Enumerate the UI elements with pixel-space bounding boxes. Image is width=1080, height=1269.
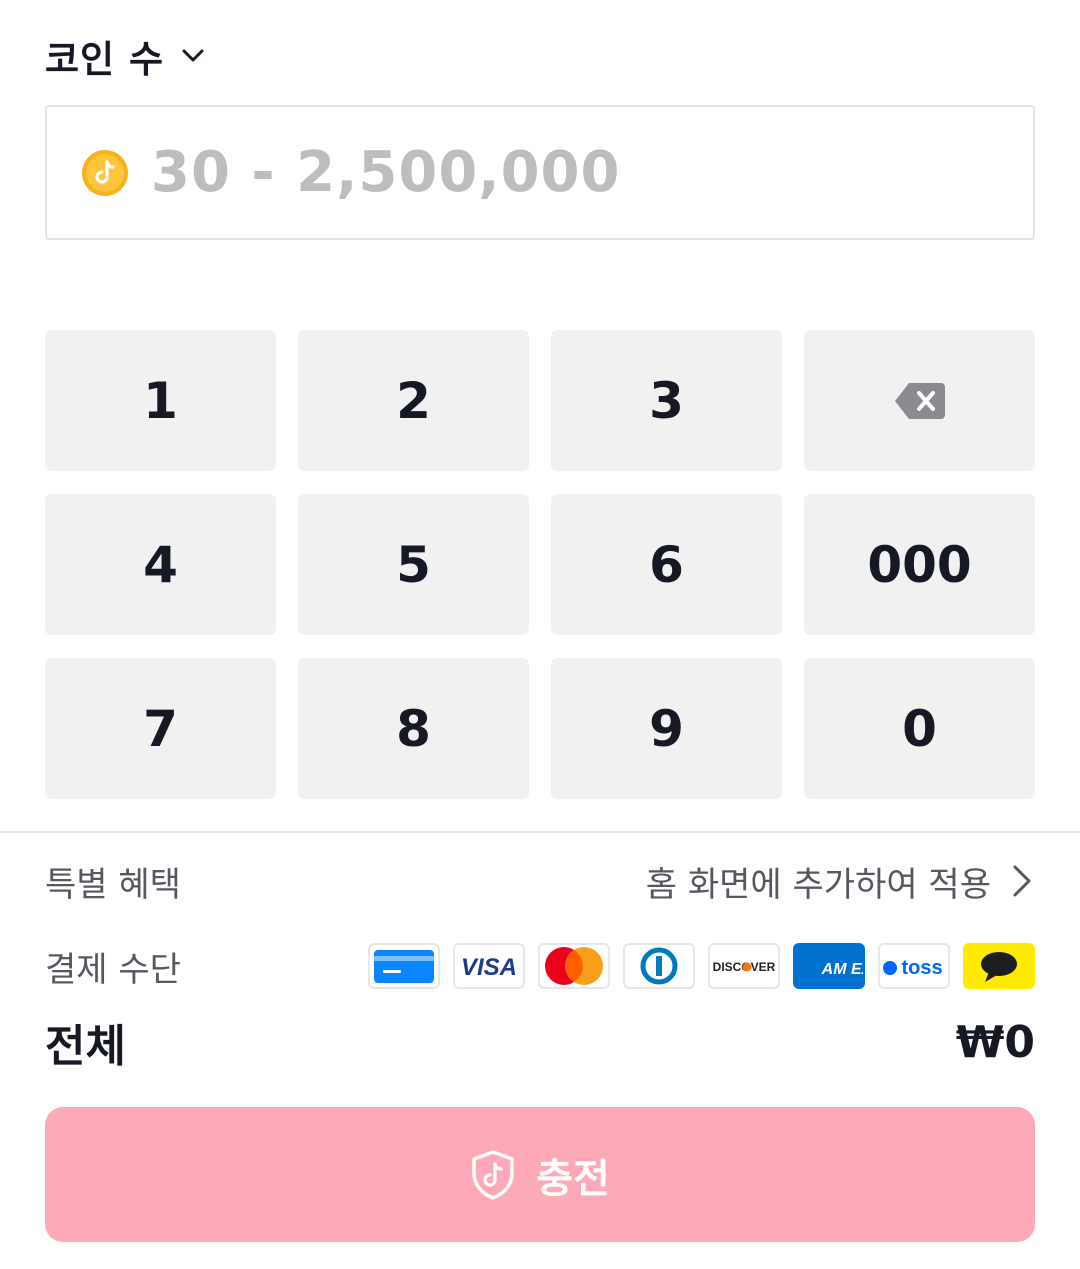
key-0[interactable]: 0 <box>804 658 1035 799</box>
mastercard-icon <box>538 943 610 989</box>
key-8[interactable]: 8 <box>298 658 529 799</box>
key-9[interactable]: 9 <box>551 658 782 799</box>
coin-count-dropdown[interactable]: 코인 수 <box>45 30 208 82</box>
payment-method-list: VISA DISCOVER AM EX <box>368 943 1035 989</box>
chevron-down-icon <box>182 49 204 62</box>
charge-button-label: 충전 <box>536 1155 610 1202</box>
svg-text:VISA: VISA <box>461 954 517 981</box>
total-label: 전체 <box>45 1021 126 1072</box>
total-row: 전체 ₩0 <box>45 1012 1035 1073</box>
amex-icon: AM EX <box>793 943 865 989</box>
key-000[interactable]: 000 <box>804 494 1035 635</box>
kakaopay-icon <box>963 943 1035 989</box>
special-benefit-row: 특별 혜택 홈 화면에 추가하여 적용 <box>45 852 1035 910</box>
add-to-home-link[interactable]: 홈 화면에 추가하여 적용 <box>646 857 1035 906</box>
card-icon <box>368 943 440 989</box>
special-benefit-label: 특별 혜택 <box>45 864 181 905</box>
coin-count-label: 코인 수 <box>45 38 165 81</box>
total-amount: ₩0 <box>955 1016 1035 1068</box>
key-3[interactable]: 3 <box>551 330 782 471</box>
chevron-right-icon <box>1013 865 1031 897</box>
shield-icon <box>472 1149 514 1200</box>
key-7[interactable]: 7 <box>45 658 276 799</box>
key-4[interactable]: 4 <box>45 494 276 635</box>
numeric-keypad: 1 2 3 4 5 6 000 7 8 9 0 <box>45 330 1035 799</box>
amount-input[interactable] <box>151 140 1011 205</box>
key-5[interactable]: 5 <box>298 494 529 635</box>
backspace-icon <box>894 382 945 419</box>
section-divider <box>0 831 1080 833</box>
backspace-key[interactable] <box>804 330 1035 471</box>
amount-field[interactable] <box>45 105 1035 240</box>
svg-text:AM EX: AM EX <box>821 961 863 978</box>
diners-icon <box>623 943 695 989</box>
key-6[interactable]: 6 <box>551 494 782 635</box>
discover-icon: DISCOVER <box>708 943 780 989</box>
toss-icon: toss <box>878 943 950 989</box>
key-1[interactable]: 1 <box>45 330 276 471</box>
coin-icon <box>82 149 128 196</box>
payment-method-row: 결제 수단 VISA AM E toss <box>45 938 1035 994</box>
add-to-home-text: 홈 화면에 추가하여 적용 <box>645 864 991 905</box>
key-2[interactable]: 2 <box>298 330 529 471</box>
charge-button[interactable]: 충전 <box>45 1107 1035 1242</box>
visa-icon: VISA <box>453 943 525 989</box>
svg-text:toss: toss <box>901 957 942 979</box>
payment-method-label: 결제 수단 <box>45 949 181 990</box>
